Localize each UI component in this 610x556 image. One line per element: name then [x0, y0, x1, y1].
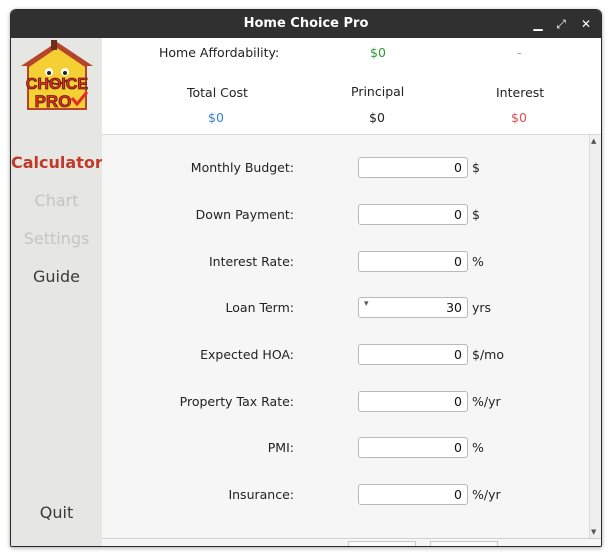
svg-text:CHOICE: CHOICE	[26, 76, 89, 93]
affordability-extra: -	[517, 45, 522, 60]
expected-hoa-unit: $/mo	[472, 347, 504, 362]
bottom-button-2[interactable]	[430, 541, 498, 546]
pmi-input[interactable]: 0	[358, 437, 468, 458]
insurance-value: 0	[454, 487, 462, 502]
bottom-button-strip	[102, 538, 601, 546]
calculator-form: Monthly Budget: 0 $ Down Payment: 0 $ In…	[102, 135, 589, 538]
app-window: Home Choice Pro ▁ ⤢ ✕ CHOICE PRO Calcula…	[10, 9, 602, 547]
interest-rate-value: 0	[454, 254, 462, 269]
interest-value: $0	[511, 110, 527, 125]
pmi-value: 0	[454, 440, 462, 455]
property-tax-rate-unit: %/yr	[472, 394, 501, 409]
loan-term-select[interactable]: ▾ 30	[358, 297, 468, 318]
interest-label: Interest	[496, 85, 545, 100]
close-icon[interactable]: ✕	[576, 14, 596, 34]
sidebar: CHOICE PRO Calculator Chart Settings Gui…	[11, 38, 103, 546]
svg-text:PRO: PRO	[35, 92, 72, 111]
title-bar: Home Choice Pro ▁ ⤢ ✕	[11, 10, 601, 38]
loan-term-value: 30	[446, 300, 462, 315]
interest-rate-input[interactable]: 0	[358, 251, 468, 272]
nav-calculator[interactable]: Calculator	[11, 153, 103, 172]
monthly-budget-unit: $	[472, 160, 480, 175]
principal-label: Principal	[351, 84, 405, 99]
insurance-input[interactable]: 0	[358, 484, 468, 505]
down-payment-input[interactable]: 0	[358, 204, 468, 225]
property-tax-rate-input[interactable]: 0	[358, 391, 468, 412]
nav-settings[interactable]: Settings	[11, 229, 102, 248]
down-payment-unit: $	[472, 207, 480, 222]
insurance-label: Insurance:	[228, 487, 294, 502]
interest-rate-label: Interest Rate:	[208, 254, 294, 269]
interest-rate-unit: %	[472, 254, 484, 269]
nav-quit[interactable]: Quit	[11, 503, 102, 522]
insurance-unit: %/yr	[472, 487, 501, 502]
window-title: Home Choice Pro	[243, 16, 369, 31]
property-tax-rate-value: 0	[454, 394, 462, 409]
affordability-label: Home Affordability:	[159, 45, 280, 60]
minimize-icon[interactable]: ▁	[528, 14, 548, 34]
property-tax-rate-label: Property Tax Rate:	[179, 394, 294, 409]
chevron-down-icon[interactable]: ▾	[364, 299, 369, 309]
affordability-value: $0	[370, 45, 386, 60]
expected-hoa-value: 0	[454, 347, 462, 362]
summary-panel: Home Affordability: $0 - Total Cost Prin…	[102, 38, 601, 135]
expected-hoa-input[interactable]: 0	[358, 344, 468, 365]
vertical-scrollbar[interactable]: ▲ ▼	[589, 135, 601, 538]
monthly-budget-value: 0	[454, 160, 462, 175]
scroll-up-icon[interactable]: ▲	[591, 137, 596, 145]
monthly-budget-input[interactable]: 0	[358, 157, 468, 178]
down-payment-label: Down Payment:	[195, 207, 294, 222]
choice-pro-logo: CHOICE PRO	[21, 40, 93, 111]
down-payment-value: 0	[454, 207, 462, 222]
loan-term-label: Loan Term:	[225, 300, 294, 315]
nav-chart[interactable]: Chart	[11, 191, 102, 210]
pmi-label: PMI:	[267, 440, 294, 455]
total-cost-value: $0	[208, 110, 224, 125]
nav-guide[interactable]: Guide	[11, 267, 102, 286]
monthly-budget-label: Monthly Budget:	[190, 160, 294, 175]
pmi-unit: %	[472, 440, 484, 455]
loan-term-unit: yrs	[472, 300, 492, 315]
scroll-down-icon[interactable]: ▼	[591, 528, 596, 536]
expected-hoa-label: Expected HOA:	[200, 347, 294, 362]
bottom-button-1[interactable]	[348, 541, 416, 546]
maximize-icon[interactable]: ⤢	[551, 14, 571, 34]
principal-value: $0	[369, 110, 385, 125]
total-cost-label: Total Cost	[187, 85, 248, 100]
